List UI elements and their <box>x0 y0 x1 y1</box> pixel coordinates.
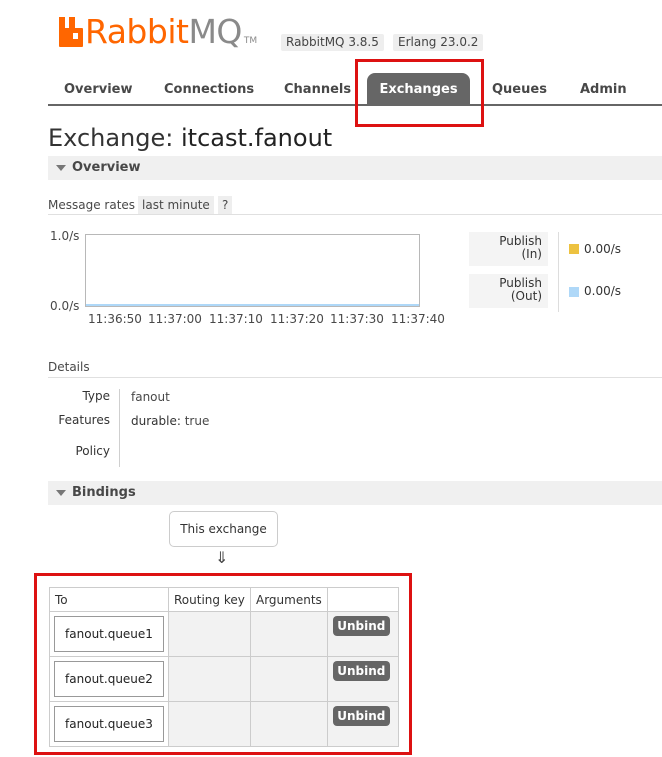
erlang-version-badge: Erlang 23.0.2 <box>393 34 484 51</box>
exchange-name: itcast.fanout <box>181 124 333 152</box>
details-label: Details <box>48 360 90 374</box>
down-arrow-icon: ⇓ <box>215 548 229 567</box>
y-tick-label: 1.0/s <box>50 229 80 243</box>
page-title: Exchange: itcast.fanout <box>48 124 332 152</box>
page-title-prefix: Exchange: <box>48 124 174 152</box>
x-tick-label: 11:37:10 <box>209 312 263 326</box>
feature-name: durable: <box>131 414 181 428</box>
legend-value-publish-out: 0.00/s <box>584 284 622 298</box>
feature-value: true <box>184 414 210 428</box>
type-value: fanout <box>131 390 170 404</box>
logo-text-rabbit: Rabbit <box>85 12 189 51</box>
legend-swatch-publish-out <box>569 287 579 297</box>
legend-publish-out: Publish (Out) <box>469 274 548 308</box>
logo-text-mq: MQ <box>188 12 242 51</box>
x-tick-label: 11:36:50 <box>88 312 142 326</box>
tab-queues[interactable]: Queues <box>492 82 547 97</box>
tab-channels[interactable]: Channels <box>284 82 351 97</box>
y-tick-label: 0.0/s <box>50 299 80 313</box>
divider <box>48 377 662 378</box>
details-divider <box>119 389 120 467</box>
x-tick-label: 11:37:30 <box>330 312 384 326</box>
range-selector[interactable]: last minute <box>138 196 214 214</box>
tab-overview[interactable]: Overview <box>64 82 133 97</box>
chart-plot <box>86 304 419 306</box>
this-exchange-box: This exchange <box>169 511 278 547</box>
highlight-box-bindings <box>34 573 412 755</box>
legend-label: (Out) <box>510 289 542 303</box>
overview-section-toggle[interactable]: Overview <box>48 156 662 180</box>
x-tick-label: 11:37:20 <box>270 312 324 326</box>
collapse-triangle-icon <box>56 490 66 496</box>
divider <box>48 214 662 215</box>
x-tick-label: 11:37:40 <box>391 312 445 326</box>
bindings-section-label: Bindings <box>72 485 136 500</box>
rabbitmq-version-badge: RabbitMQ 3.8.5 <box>281 34 384 51</box>
help-button[interactable]: ? <box>218 196 233 214</box>
policy-key: Policy <box>75 444 110 458</box>
legend-value-publish-in: 0.00/s <box>584 242 622 256</box>
collapse-triangle-icon <box>56 165 66 171</box>
message-rates-chart <box>85 234 420 307</box>
highlight-box-exchanges-tab <box>355 59 484 127</box>
message-rates-label: Message rates <box>48 198 136 212</box>
legend-label: (In) <box>521 247 542 261</box>
legend-divider <box>558 232 559 312</box>
x-tick-label: 11:37:00 <box>148 312 202 326</box>
overview-section-label: Overview <box>72 160 141 175</box>
logo-trademark: TM <box>243 36 258 46</box>
tab-admin[interactable]: Admin <box>580 82 627 97</box>
type-key: Type <box>82 389 110 403</box>
rabbit-logo-icon <box>59 17 85 47</box>
features-key: Features <box>58 413 110 427</box>
legend-swatch-publish-in <box>569 244 579 254</box>
tab-connections[interactable]: Connections <box>164 82 254 97</box>
legend-publish-in: Publish (In) <box>469 232 548 266</box>
features-value: durable: true <box>131 414 209 428</box>
rabbitmq-logo: Rabbit MQ TM <box>59 14 257 54</box>
bindings-section-toggle[interactable]: Bindings <box>48 481 662 505</box>
